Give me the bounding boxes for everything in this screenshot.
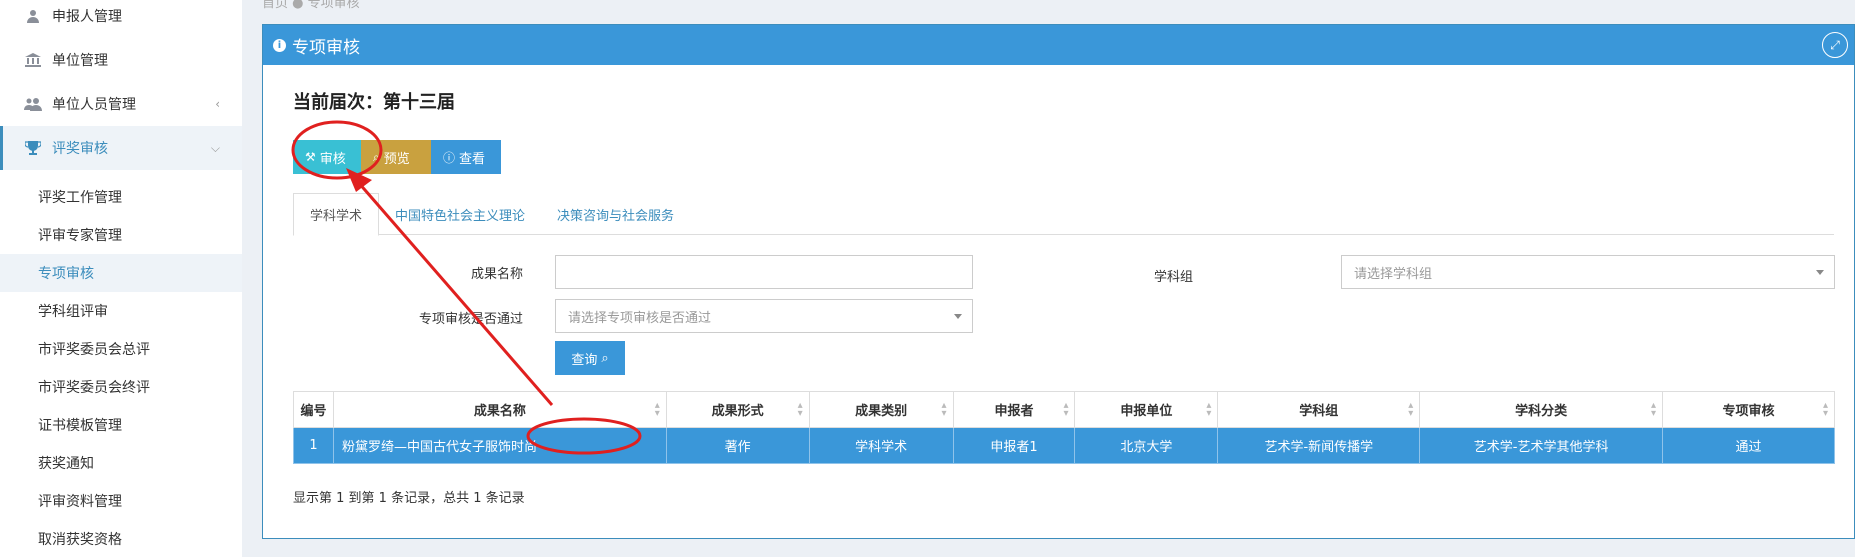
sidebar-subitem[interactable]: 评审资料管理 <box>0 482 242 520</box>
sidebar-item-award-review[interactable]: 评奖审核 ⌵ <box>0 126 242 170</box>
breadcrumb-home[interactable]: 首页 <box>262 0 288 11</box>
results-table: 编号 成果名称 ▴ ▾ 成果形式 ▴ ▾ 成果类别 ▴ ▾ 申报者 ▴ ▾ 申报单位 ▴ ▾ 学科组… <box>293 391 1835 464</box>
table-header[interactable]: 编号 <box>293 391 334 428</box>
sort-icon: ▴ ▾ <box>941 400 947 419</box>
sort-icon: ▴ ▾ <box>1408 400 1414 419</box>
caret-down-icon <box>954 314 962 319</box>
table-header-row: 编号 成果名称 ▴ ▾ 成果形式 ▴ ▾ 成果类别 ▴ ▾ 申报者 ▴ ▾ 申报单位 ▴ ▾ 学科组… <box>293 391 1835 428</box>
breadcrumb-current: 专项审核 <box>307 0 360 11</box>
table-cell: 粉黛罗绮—中国古代女子服饰时尚 <box>332 427 667 464</box>
sort-icon: ▴ ▾ <box>797 400 803 419</box>
table-row[interactable]: 1 粉黛罗绮—中国古代女子服饰时尚 著作 学科学术 申报者1 北京大学 艺术学-… <box>293 427 1835 464</box>
table-header[interactable]: 申报者 ▴ ▾ <box>952 391 1076 428</box>
search-button[interactable]: 查询 ⌕ <box>555 341 625 375</box>
sidebar: 申报人管理 单位管理 单位人员管理 ‹ 评奖审核 ⌵ 评奖工作管理 评审专家管理… <box>0 0 242 557</box>
sidebar-subitem[interactable]: 市评奖委员会终评 <box>0 368 242 406</box>
search-button-label: 查询 <box>571 352 598 368</box>
pass-select[interactable]: 请选择专项审核是否通过 <box>555 299 973 333</box>
sidebar-item-label: 单位管理 <box>52 53 108 69</box>
trophy-icon <box>22 139 44 157</box>
group-label: 学科组 <box>1153 270 1193 285</box>
info-icon: i <box>273 38 286 52</box>
sidebar-subitem[interactable]: 获奖通知 <box>0 444 242 482</box>
table-cell: 著作 <box>665 427 810 464</box>
panel-title: 专项审核 <box>292 37 360 58</box>
info-icon: ⓘ <box>443 150 456 165</box>
breadcrumb: 首页 ● 专项审核 <box>262 0 360 11</box>
table-header[interactable]: 学科分类 ▴ ▾ <box>1419 391 1664 428</box>
sidebar-subitem[interactable]: 评审专家管理 <box>0 216 242 254</box>
sidebar-item-label: 单位人员管理 <box>52 97 136 113</box>
view-button[interactable]: ⓘ 查看 <box>431 140 501 174</box>
sidebar-subitem[interactable]: 取消获奖资格 <box>0 520 242 557</box>
category-tabs: 学科学术 中国特色社会主义理论 决策咨询与社会服务 <box>293 193 1834 236</box>
expand-icon[interactable]: ⤢ <box>1822 32 1848 58</box>
table-cell: 北京大学 <box>1074 427 1219 464</box>
users-icon <box>22 95 44 113</box>
search-icon: ⌕ <box>601 350 609 366</box>
sort-icon: ▴ ▾ <box>1822 400 1828 419</box>
sort-icon: ▴ ▾ <box>654 400 660 419</box>
group-select-placeholder: 请选择学科组 <box>1354 266 1433 282</box>
audit-button-label: 审核 <box>319 151 346 167</box>
view-button-label: 查看 <box>459 151 486 167</box>
sidebar-subitem[interactable]: 学科组评审 <box>0 292 242 330</box>
tab-socialism-theory[interactable]: 中国特色社会主义理论 <box>379 193 541 235</box>
caret-down-icon <box>1816 270 1824 275</box>
sort-icon: ▴ ▾ <box>1063 400 1069 419</box>
table-cell: 通过 <box>1662 427 1835 464</box>
table-cell: 艺术学-艺术学其他学科 <box>1419 427 1664 464</box>
table-cell: 艺术学-新闻传播学 <box>1217 427 1421 464</box>
name-input[interactable] <box>555 255 973 289</box>
sidebar-item-label: 评奖审核 <box>52 141 108 157</box>
sidebar-item-unit[interactable]: 单位管理 <box>0 38 242 82</box>
pass-select-placeholder: 请选择专项审核是否通过 <box>568 310 712 326</box>
table-cell: 申报者1 <box>952 427 1076 464</box>
sort-icon: ▴ ▾ <box>1206 400 1212 419</box>
sort-icon: ▴ ▾ <box>1651 400 1657 419</box>
pass-label: 专项审核是否通过 <box>418 312 523 327</box>
audit-button[interactable]: ⚒ 审核 <box>293 140 361 174</box>
name-label: 成果名称 <box>470 267 523 282</box>
toolbar: ⚒ 审核 ⌕ 预览 ⓘ 查看 <box>293 140 501 174</box>
table-header[interactable]: 成果形式 ▴ ▾ <box>665 391 810 428</box>
sidebar-item-label: 申报人管理 <box>52 9 122 25</box>
sidebar-item-applicant[interactable]: 申报人管理 <box>0 0 242 38</box>
table-header[interactable]: 专项审核 ▴ ▾ <box>1662 391 1835 428</box>
sidebar-item-unit-staff[interactable]: 单位人员管理 ‹ <box>0 82 242 126</box>
preview-button-label: 预览 <box>383 151 410 167</box>
chevron-left-icon: ‹ <box>215 97 220 111</box>
table-header[interactable]: 申报单位 ▴ ▾ <box>1074 391 1219 428</box>
panel-header: i 专项审核 <box>263 25 1854 65</box>
breadcrumb-separator-icon: ● <box>292 0 308 11</box>
user-icon <box>22 7 44 25</box>
gavel-icon: ⚒ <box>305 150 316 164</box>
search-icon: ⌕ <box>373 149 380 164</box>
group-select[interactable]: 请选择学科组 <box>1341 255 1835 289</box>
current-session: 当前届次：第十三届 <box>293 92 455 113</box>
chevron-down-icon: ⌵ <box>210 140 220 155</box>
preview-button[interactable]: ⌕ 预览 <box>361 140 431 174</box>
sidebar-subitem-current[interactable]: 专项审核 <box>0 254 242 292</box>
table-header[interactable]: 成果类别 ▴ ▾ <box>808 391 954 428</box>
table-header[interactable]: 成果名称 ▴ ▾ <box>332 391 667 428</box>
bank-icon <box>22 51 44 69</box>
table-header[interactable]: 学科组 ▴ ▾ <box>1217 391 1421 428</box>
main-panel: i 专项审核 ⤢ 当前届次：第十三届 ⚒ 审核 ⌕ 预览 ⓘ 查看 学科学术 中… <box>262 24 1855 539</box>
sidebar-subitem[interactable]: 证书模板管理 <box>0 406 242 444</box>
tab-decision-consulting[interactable]: 决策咨询与社会服务 <box>541 193 690 235</box>
pagination-summary: 显示第 1 到第 1 条记录，总共 1 条记录 <box>293 491 525 506</box>
tab-academic[interactable]: 学科学术 <box>293 193 380 236</box>
table-cell: 学科学术 <box>808 427 954 464</box>
sidebar-subitem[interactable]: 评奖工作管理 <box>0 178 242 216</box>
table-cell: 1 <box>293 427 334 464</box>
sidebar-subitem[interactable]: 市评奖委员会总评 <box>0 330 242 368</box>
